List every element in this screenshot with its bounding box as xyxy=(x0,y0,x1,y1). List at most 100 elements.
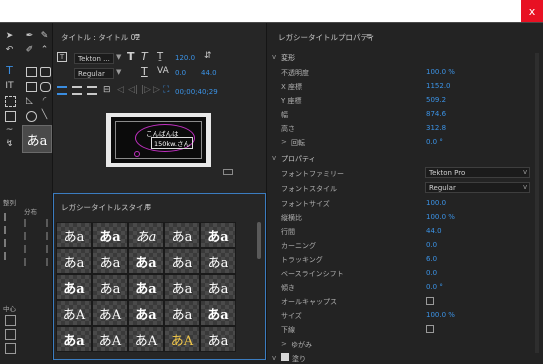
expand-chevron-icon[interactable]: > xyxy=(281,138,287,146)
properties-title[interactable]: レガシータイトルプロパティ xyxy=(278,32,375,43)
style-swatch[interactable]: あa xyxy=(56,326,92,352)
kerning-value[interactable]: 0.0 xyxy=(175,69,186,77)
font-family-select[interactable]: Tekton ... xyxy=(74,53,114,64)
align-left-icon[interactable] xyxy=(4,213,14,221)
width-value[interactable]: 874.6 xyxy=(426,110,446,118)
pen-delete-icon[interactable]: ✐ xyxy=(24,44,35,55)
vertical-type-icon[interactable]: IT xyxy=(4,80,15,91)
center-both-icon[interactable] xyxy=(5,343,16,354)
kerning-value[interactable]: 0.0 xyxy=(426,241,437,249)
rotation-value[interactable]: 0.0 ° xyxy=(426,138,443,146)
ellipse-tool-icon[interactable] xyxy=(26,111,37,122)
leading-value[interactable]: 44.0 xyxy=(201,69,217,77)
aspect-value[interactable]: 100.0 % xyxy=(426,213,455,221)
style-swatch[interactable]: あa xyxy=(128,300,164,326)
rounded-corner-tool-icon[interactable] xyxy=(40,82,51,92)
style-swatch[interactable]: あa xyxy=(200,274,236,300)
style-swatch[interactable]: あA xyxy=(92,300,128,326)
area-type-icon[interactable] xyxy=(5,96,16,107)
arc-tool-icon[interactable]: ◜ xyxy=(39,95,50,106)
chevron-down-icon[interactable]: v xyxy=(523,183,527,191)
style-swatch[interactable]: あa xyxy=(92,274,128,300)
convert-anchor-icon[interactable]: ⌃ xyxy=(39,44,50,55)
path-type-icon[interactable]: ~ xyxy=(4,124,15,135)
chevron-down-icon[interactable]: v xyxy=(523,168,527,176)
align-center-text-icon[interactable] xyxy=(72,86,82,95)
properties-menu-icon[interactable]: ≡ xyxy=(366,31,372,40)
tracking-value[interactable]: 6.0 xyxy=(426,255,437,263)
canvas-scroll-handle[interactable] xyxy=(223,169,233,175)
style-swatch[interactable]: あA xyxy=(164,326,200,352)
distribute-right-icon[interactable] xyxy=(24,245,48,253)
font-family-dropdown[interactable]: Tekton Pro xyxy=(425,167,530,178)
rotate-tool-icon[interactable]: ↶ xyxy=(4,44,15,55)
styles-panel-title[interactable]: レガシータイトルスタイル xyxy=(61,202,151,213)
style-swatch[interactable]: あa xyxy=(200,326,236,352)
pen-add-icon[interactable]: ✎ xyxy=(39,30,50,41)
style-swatch[interactable]: あA xyxy=(92,326,128,352)
timecode-value[interactable]: 00;00;40;29 xyxy=(175,88,218,96)
style-swatch[interactable]: あa xyxy=(200,248,236,274)
font-style-select[interactable]: Regular xyxy=(74,68,114,79)
expand-chevron-icon[interactable]: > xyxy=(281,340,287,348)
style-swatch[interactable]: あa xyxy=(128,222,164,248)
style-swatch[interactable]: あa xyxy=(92,248,128,274)
styles-menu-icon[interactable]: ≡ xyxy=(145,201,151,210)
distribute-center-icon[interactable] xyxy=(24,232,48,240)
font-style-dropdown[interactable]: Regular xyxy=(425,182,530,193)
font-size-value[interactable]: 100.0 xyxy=(426,199,446,207)
leading-value[interactable]: 44.0 xyxy=(426,227,442,235)
property-header[interactable]: プロパティ xyxy=(281,154,316,164)
font-size-value[interactable]: 120.0 xyxy=(175,54,195,62)
collapse-chevron-icon[interactable]: v xyxy=(272,154,276,162)
y-value[interactable]: 509.2 xyxy=(426,96,446,104)
x-value[interactable]: 1152.0 xyxy=(426,82,451,90)
vertical-path-type-icon[interactable]: ↯ xyxy=(4,138,15,149)
properties-scrollbar[interactable] xyxy=(535,53,539,353)
style-swatch[interactable]: あa xyxy=(128,248,164,274)
rewind-icon[interactable]: ◁ xyxy=(117,85,124,95)
style-swatch[interactable]: あa xyxy=(92,222,128,248)
titler-menu-icon[interactable]: ≡ xyxy=(134,31,140,40)
titler-tab[interactable]: タイトル : タイトル 02 xyxy=(61,32,140,43)
tab-stops-icon[interactable]: ⊟ xyxy=(103,85,111,95)
chevron-down-icon[interactable]: ▼ xyxy=(116,53,121,61)
opacity-value[interactable]: 100.0 % xyxy=(426,68,455,76)
style-swatch[interactable]: あa xyxy=(56,222,92,248)
chevron-down-icon[interactable]: ▼ xyxy=(116,68,121,76)
collapse-chevron-icon[interactable]: v xyxy=(272,53,276,61)
underline-checkbox[interactable] xyxy=(426,325,434,333)
style-swatch[interactable]: あa xyxy=(164,274,200,300)
template-icon[interactable]: T xyxy=(57,52,67,62)
transform-header[interactable]: 変形 xyxy=(281,53,295,63)
slant-value[interactable]: 0.0 ° xyxy=(426,283,443,291)
title-canvas[interactable]: こんばんは 150kw.さん xyxy=(106,113,211,167)
close-button[interactable]: x xyxy=(521,0,543,22)
center-vertical-icon[interactable] xyxy=(5,315,16,326)
rectangle-tool-icon[interactable] xyxy=(26,67,37,77)
distribute-even-icon[interactable] xyxy=(24,258,48,266)
caps-size-value[interactable]: 100.0 % xyxy=(426,311,455,319)
style-swatch[interactable]: あa xyxy=(200,300,236,326)
step-back-icon[interactable]: ◁| xyxy=(128,85,138,95)
align-top-icon[interactable] xyxy=(4,252,14,260)
styles-scrollbar[interactable] xyxy=(257,222,261,259)
distribute-left-icon[interactable] xyxy=(24,219,48,227)
pen-tool-icon[interactable]: ✒ xyxy=(24,30,35,41)
line-tool-icon[interactable]: ╲ xyxy=(39,109,50,120)
baseline-value[interactable]: 0.0 xyxy=(426,269,437,277)
align-center-icon[interactable] xyxy=(4,226,14,234)
center-horizontal-icon[interactable] xyxy=(5,329,16,340)
align-right-icon[interactable] xyxy=(4,239,14,247)
allcaps-checkbox[interactable] xyxy=(426,297,434,305)
step-forward-icon[interactable]: |▷ xyxy=(141,85,151,95)
underline-icon[interactable]: T xyxy=(141,65,148,78)
wedge-tool-icon[interactable]: ◺ xyxy=(24,95,35,106)
style-swatch[interactable]: あa xyxy=(128,274,164,300)
style-swatch[interactable]: あa xyxy=(200,222,236,248)
style-swatch[interactable]: あa xyxy=(164,300,200,326)
style-swatch[interactable]: あa xyxy=(56,248,92,274)
bold-icon[interactable]: T xyxy=(127,50,135,63)
selection-tool-icon[interactable]: ➤ xyxy=(4,30,15,41)
align-left-text-icon[interactable] xyxy=(57,86,67,95)
